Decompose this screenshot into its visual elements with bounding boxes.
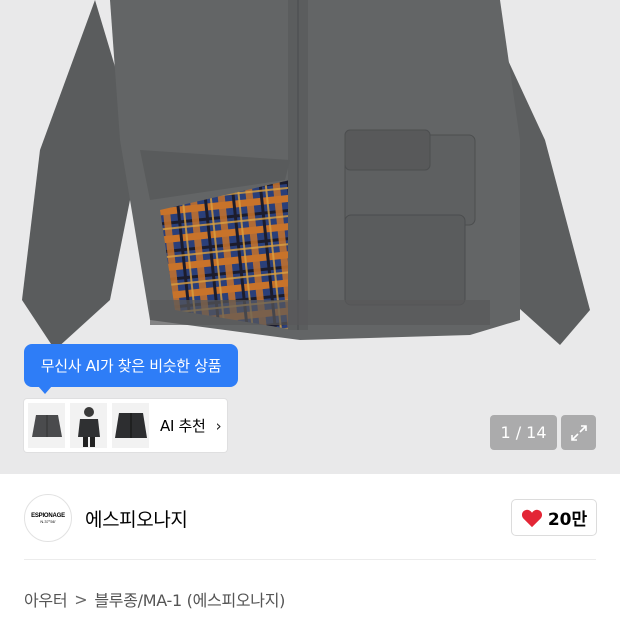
image-counter: 1 / 14	[490, 415, 557, 450]
brand-logo-text: ESPIONAGE	[31, 512, 65, 519]
ai-recommend-strip[interactable]: AI 추천 ›	[24, 399, 227, 452]
heart-icon	[521, 509, 542, 527]
expand-button[interactable]	[561, 415, 596, 450]
brand-row: ESPIONAGE N.37°56' 에스피오나지 20만	[0, 474, 620, 560]
breadcrumb: 아우터 > 블루종/MA-1 (에스피오나지)	[24, 587, 285, 611]
brand-logo[interactable]: ESPIONAGE N.37°56'	[24, 494, 72, 542]
product-image-gallery[interactable]: 무신사 AI가 찾은 비슷한 상품 AI 추천 › 1 / 14	[0, 0, 620, 474]
image-counter-text: 1 / 14	[500, 423, 547, 442]
brand-logo-subtext: N.37°56'	[40, 518, 56, 524]
jacket-thumb-icon[interactable]	[28, 403, 65, 448]
brand-name-link[interactable]: 에스피오나지	[85, 505, 188, 532]
ai-similar-tooltip[interactable]: 무신사 AI가 찾은 비슷한 상품	[24, 344, 238, 394]
jacket-dark-thumb-icon[interactable]	[112, 403, 149, 448]
like-count: 20만	[547, 510, 588, 530]
ai-tooltip-text: 무신사 AI가 찾은 비슷한 상품	[40, 357, 222, 375]
expand-icon	[570, 424, 587, 441]
section-divider	[24, 559, 596, 560]
breadcrumb-item-outer[interactable]: 아우터	[24, 587, 68, 611]
like-button[interactable]: 20만	[511, 499, 597, 536]
ai-recommend-label: AI 추천	[160, 417, 206, 435]
chevron-right-icon: ›	[215, 416, 222, 435]
breadcrumb-item-blouson[interactable]: 블루종/MA-1 (에스피오나지)	[94, 587, 285, 611]
tooltip-tail	[38, 386, 52, 394]
model-thumb-icon[interactable]	[70, 403, 107, 448]
breadcrumb-separator: >	[74, 589, 88, 609]
